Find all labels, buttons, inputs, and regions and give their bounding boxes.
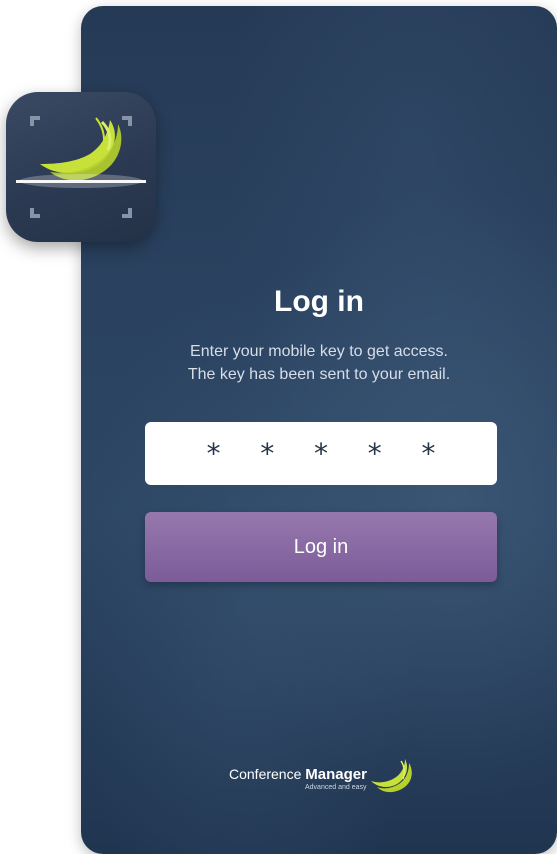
app-icon — [6, 92, 156, 242]
brand-mark-icon — [371, 759, 412, 793]
brand-name-light: Conference — [229, 766, 302, 782]
brand-logo: Conference Manager Advanced and easy — [229, 755, 419, 800]
mobile-key-input[interactable] — [145, 422, 497, 485]
instructions-text: Enter your mobile key to get access. The… — [81, 340, 557, 386]
login-button[interactable]: Log in — [145, 512, 497, 582]
brand-tagline: Advanced and easy — [305, 784, 367, 791]
page-title: Log in — [274, 285, 364, 318]
brand-name-bold: Manager — [305, 766, 367, 783]
instructions-line-1: Enter your mobile key to get access. — [190, 343, 448, 360]
screen: Log in Enter your mobile key to get acce… — [0, 0, 557, 854]
brand-name: Conference Manager — [229, 765, 367, 784]
instructions-line-2: The key has been sent to your email. — [187, 366, 451, 383]
scan-frame-icon — [16, 116, 146, 218]
